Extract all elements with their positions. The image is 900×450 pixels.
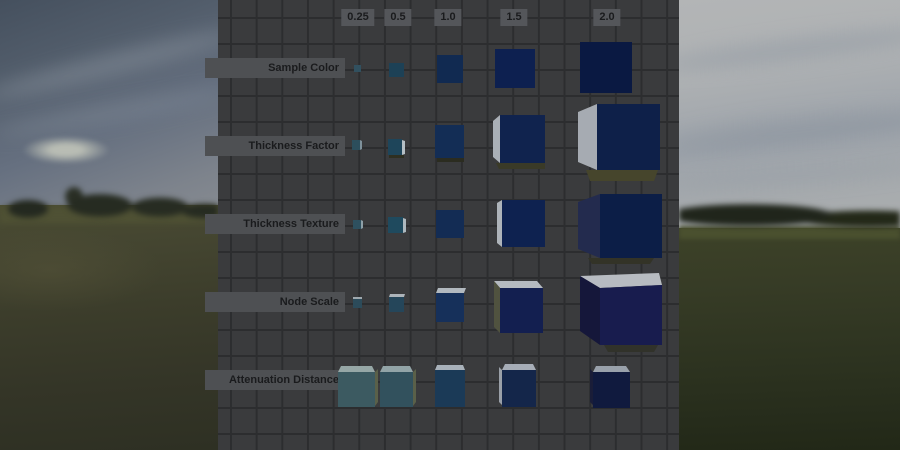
cube-thickness-factor-0-5 [402, 140, 405, 155]
cube-thickness-factor-2-0 [597, 104, 660, 170]
cube-attenuation-distance-1-5 [502, 370, 536, 407]
cube-thickness-factor-1-0 [435, 125, 464, 158]
cube-node-scale-1-0 [436, 293, 464, 322]
cubes-layer [0, 0, 900, 450]
cube-node-scale-1-5 [500, 288, 543, 333]
cube-thickness-texture-1-0 [436, 210, 464, 238]
cube-thickness-factor-1-0 [437, 158, 464, 162]
cube-node-scale-1-5 [494, 281, 543, 288]
cube-node-scale-2-0 [580, 276, 600, 345]
cube-sample-color-0-5 [389, 63, 404, 77]
cube-attenuation-distance-0-5 [380, 366, 413, 372]
cube-sample-color-1-0 [437, 55, 463, 83]
cube-attenuation-distance-1-5 [502, 364, 536, 370]
cube-thickness-texture-0-5 [388, 217, 403, 233]
cube-node-scale-2-0 [604, 345, 658, 352]
cube-attenuation-distance-2-0 [593, 372, 630, 408]
cube-attenuation-distance-0-25 [338, 366, 375, 372]
cube-thickness-factor-2-0 [578, 104, 597, 170]
cube-attenuation-distance-1-5 [499, 367, 502, 405]
cube-thickness-texture-2-0 [578, 194, 600, 258]
cube-attenuation-distance-1-0 [435, 370, 465, 407]
cube-thickness-texture-2-0 [588, 258, 654, 264]
cube-thickness-factor-0-25 [352, 140, 360, 150]
cube-thickness-texture-0-25 [361, 220, 363, 229]
cube-node-scale-1-0 [436, 288, 466, 293]
cube-thickness-factor-0-5 [388, 139, 402, 155]
cube-node-scale-0-25 [353, 297, 362, 299]
cube-thickness-texture-0-25 [353, 220, 361, 229]
scene-root: 0.25 0.5 1.0 1.5 2.0 Sample Color Thickn… [0, 0, 900, 450]
cube-attenuation-distance-0-25 [375, 369, 378, 406]
cube-sample-color-2-0 [580, 42, 632, 93]
cube-thickness-factor-1-5 [496, 163, 545, 169]
cube-thickness-factor-2-0 [586, 170, 658, 181]
cube-attenuation-distance-2-0 [593, 366, 630, 372]
cube-thickness-texture-2-0 [600, 194, 662, 258]
cube-thickness-factor-0-5 [389, 155, 404, 158]
cube-attenuation-distance-0-5 [413, 369, 416, 406]
cube-node-scale-0-5 [389, 294, 405, 297]
cube-attenuation-distance-0-5 [380, 372, 413, 407]
cube-thickness-texture-1-5 [502, 200, 545, 247]
cube-node-scale-2-0 [600, 285, 662, 345]
cube-thickness-factor-1-5 [500, 115, 545, 163]
cube-thickness-texture-0-5 [403, 218, 406, 233]
cube-attenuation-distance-2-0 [590, 369, 593, 405]
cube-node-scale-0-25 [353, 299, 362, 308]
cube-attenuation-distance-0-25 [338, 372, 375, 407]
cube-sample-color-0-25 [354, 65, 361, 72]
cube-thickness-factor-1-5 [493, 115, 500, 163]
cube-node-scale-1-5 [494, 281, 500, 333]
cube-node-scale-0-5 [389, 297, 404, 312]
cube-attenuation-distance-1-0 [435, 365, 465, 370]
cube-thickness-factor-0-25 [360, 140, 362, 150]
cube-sample-color-1-5 [495, 49, 535, 88]
cube-thickness-texture-1-5 [497, 200, 502, 247]
